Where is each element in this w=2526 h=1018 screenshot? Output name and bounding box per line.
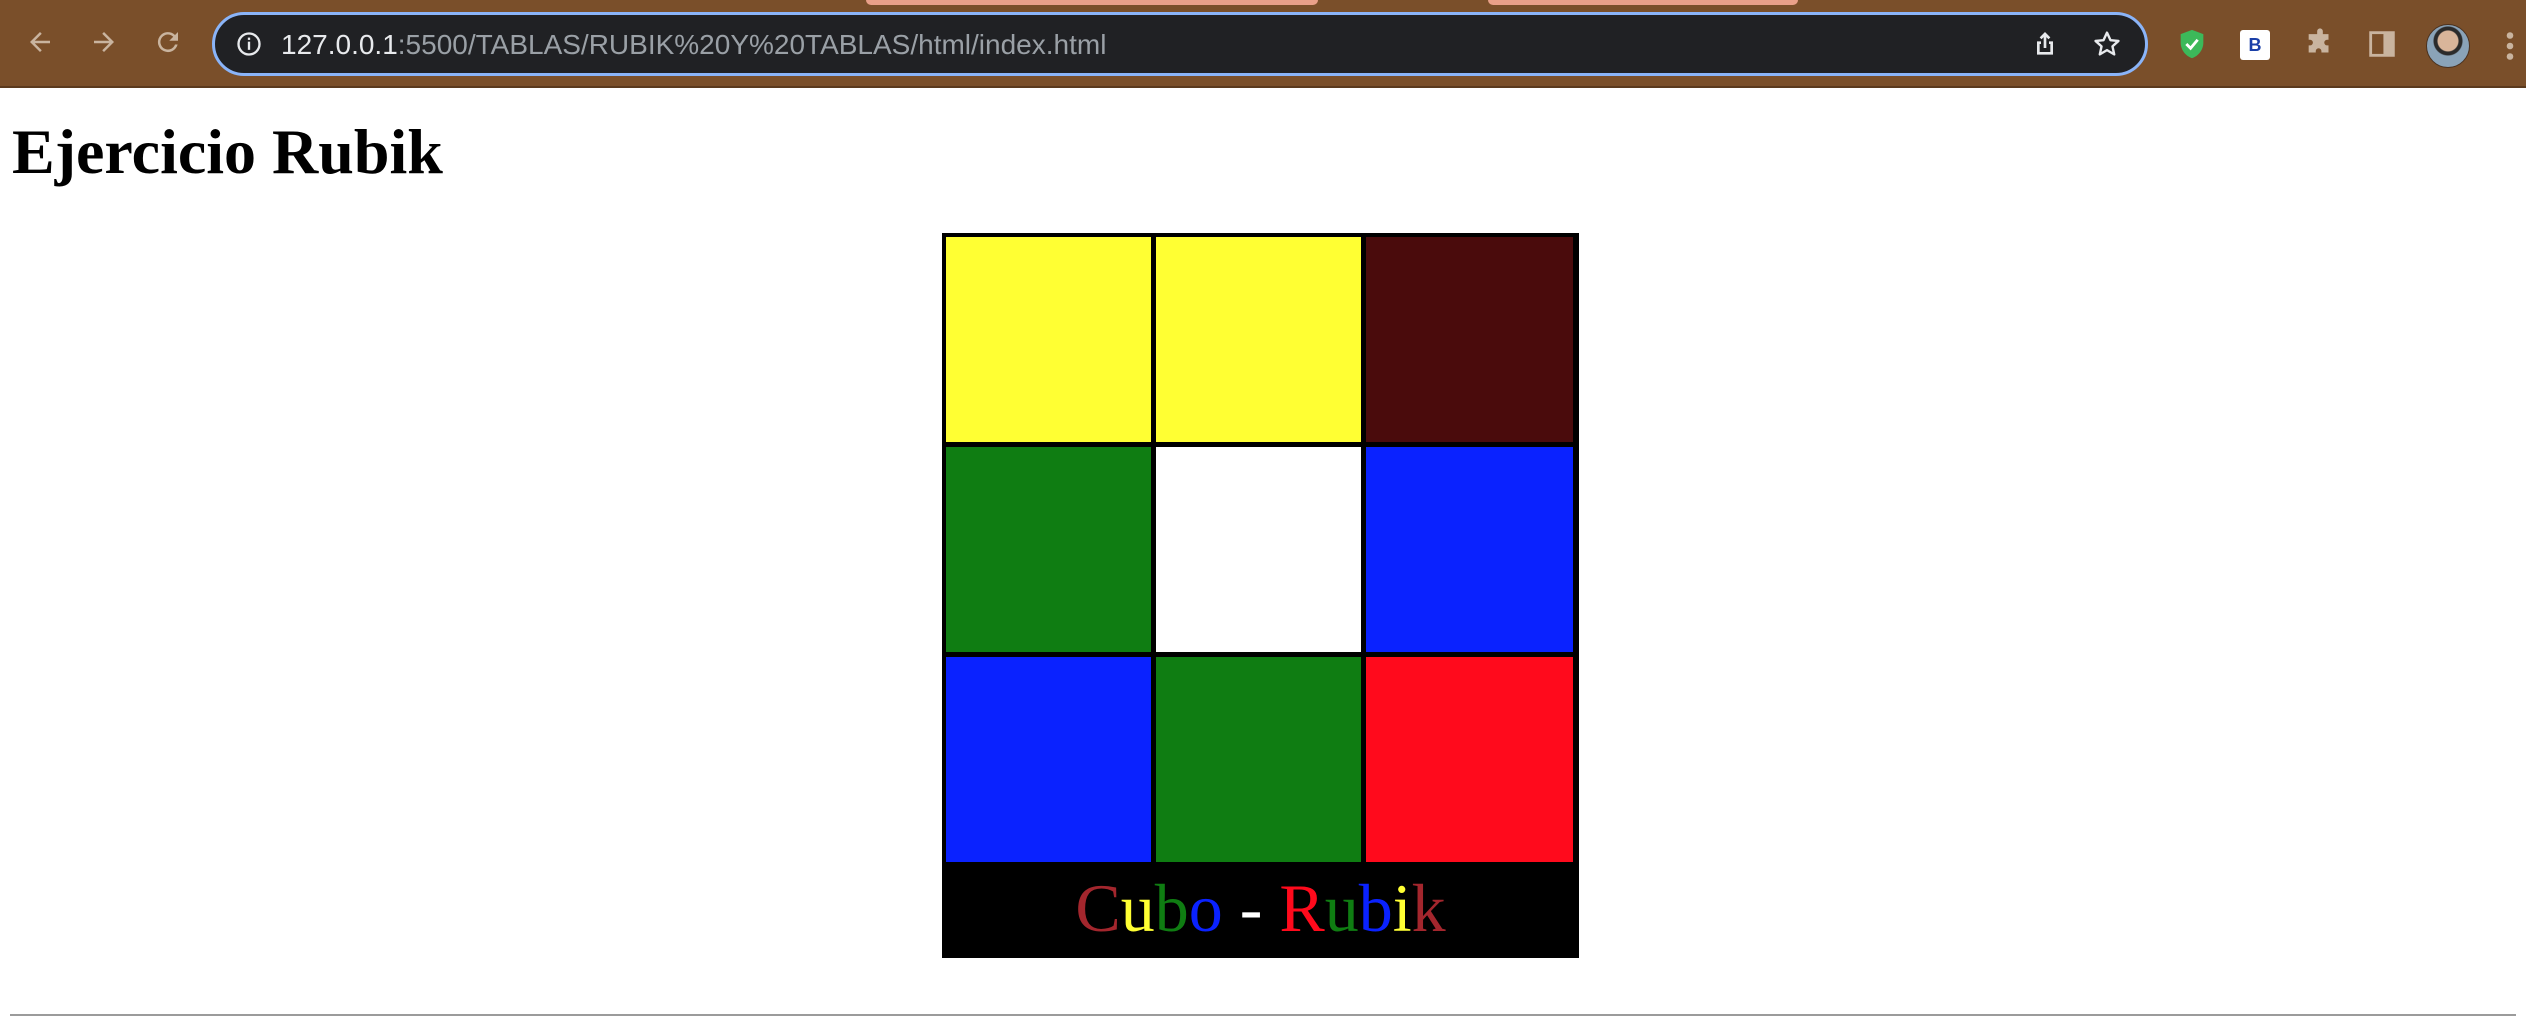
caption-letter: b <box>1358 870 1393 946</box>
rubik-cell-r3-c1 <box>946 657 1151 862</box>
reload-button[interactable] <box>148 22 188 62</box>
b-extension-button[interactable]: B <box>2240 30 2270 60</box>
caption-letter: C <box>1075 870 1121 946</box>
caption-letter: u <box>1120 870 1155 946</box>
shield-extension-button[interactable] <box>2174 26 2210 62</box>
rubik-cell-r2-c1 <box>946 447 1151 652</box>
caption-letter: - <box>1222 870 1280 946</box>
rubik-cube-table: Cubo - Rubik <box>942 233 1579 958</box>
browser-toolbar: 127.0.0.1:5500/TABLAS/RUBIK%20Y%20TABLAS… <box>0 0 2526 88</box>
url-path: :5500/TABLAS/RUBIK%20Y%20TABLAS/html/ind… <box>397 29 1107 60</box>
address-bar[interactable]: 127.0.0.1:5500/TABLAS/RUBIK%20Y%20TABLAS… <box>212 12 2148 76</box>
rubik-cell-r3-c3 <box>1366 657 1573 862</box>
caption-letter: k <box>1411 870 1446 946</box>
rubik-cell-r1-c1 <box>946 237 1151 442</box>
site-info-icon[interactable] <box>235 30 263 58</box>
caption-letter: R <box>1279 870 1325 946</box>
rubik-grid <box>946 237 1575 862</box>
side-panel-icon <box>2369 31 2395 57</box>
rubik-cell-r3-c2 <box>1156 657 1361 862</box>
caption-letter: u <box>1324 870 1359 946</box>
tab-strip-edge[interactable] <box>866 0 1318 5</box>
caption-letter: i <box>1392 870 1412 946</box>
bookmark-star-icon[interactable] <box>2091 28 2123 60</box>
back-arrow-icon <box>30 32 50 52</box>
kebab-menu-icon[interactable] <box>2500 28 2520 64</box>
rubik-cell-r2-c2 <box>1156 447 1361 652</box>
side-panel-button[interactable] <box>2364 26 2400 62</box>
tab-strip-edge[interactable] <box>1488 0 1798 5</box>
forward-arrow-icon <box>94 32 114 52</box>
caption-letter: b <box>1154 870 1189 946</box>
reload-icon <box>157 32 178 53</box>
url-text[interactable]: 127.0.0.1:5500/TABLAS/RUBIK%20Y%20TABLAS… <box>281 29 1106 61</box>
forward-button[interactable] <box>84 22 124 62</box>
extensions-button[interactable] <box>2302 26 2338 62</box>
rubik-caption: Cubo - Rubik <box>946 862 1575 954</box>
rubik-cell-r1-c2 <box>1156 237 1361 442</box>
back-button[interactable] <box>20 22 60 62</box>
rubik-cell-r1-c3 <box>1366 237 1573 442</box>
horizontal-rule <box>10 1014 2516 1016</box>
url-host: 127.0.0.1 <box>281 29 398 60</box>
page-title: Ejercicio Rubik <box>12 116 443 187</box>
caption-letter: o <box>1188 870 1223 946</box>
share-icon[interactable] <box>2029 28 2061 60</box>
rubik-cell-r2-c3 <box>1366 447 1573 652</box>
extensions-puzzle-icon <box>2308 28 2329 53</box>
profile-avatar[interactable] <box>2426 24 2470 68</box>
shield-check-icon <box>2180 29 2204 59</box>
